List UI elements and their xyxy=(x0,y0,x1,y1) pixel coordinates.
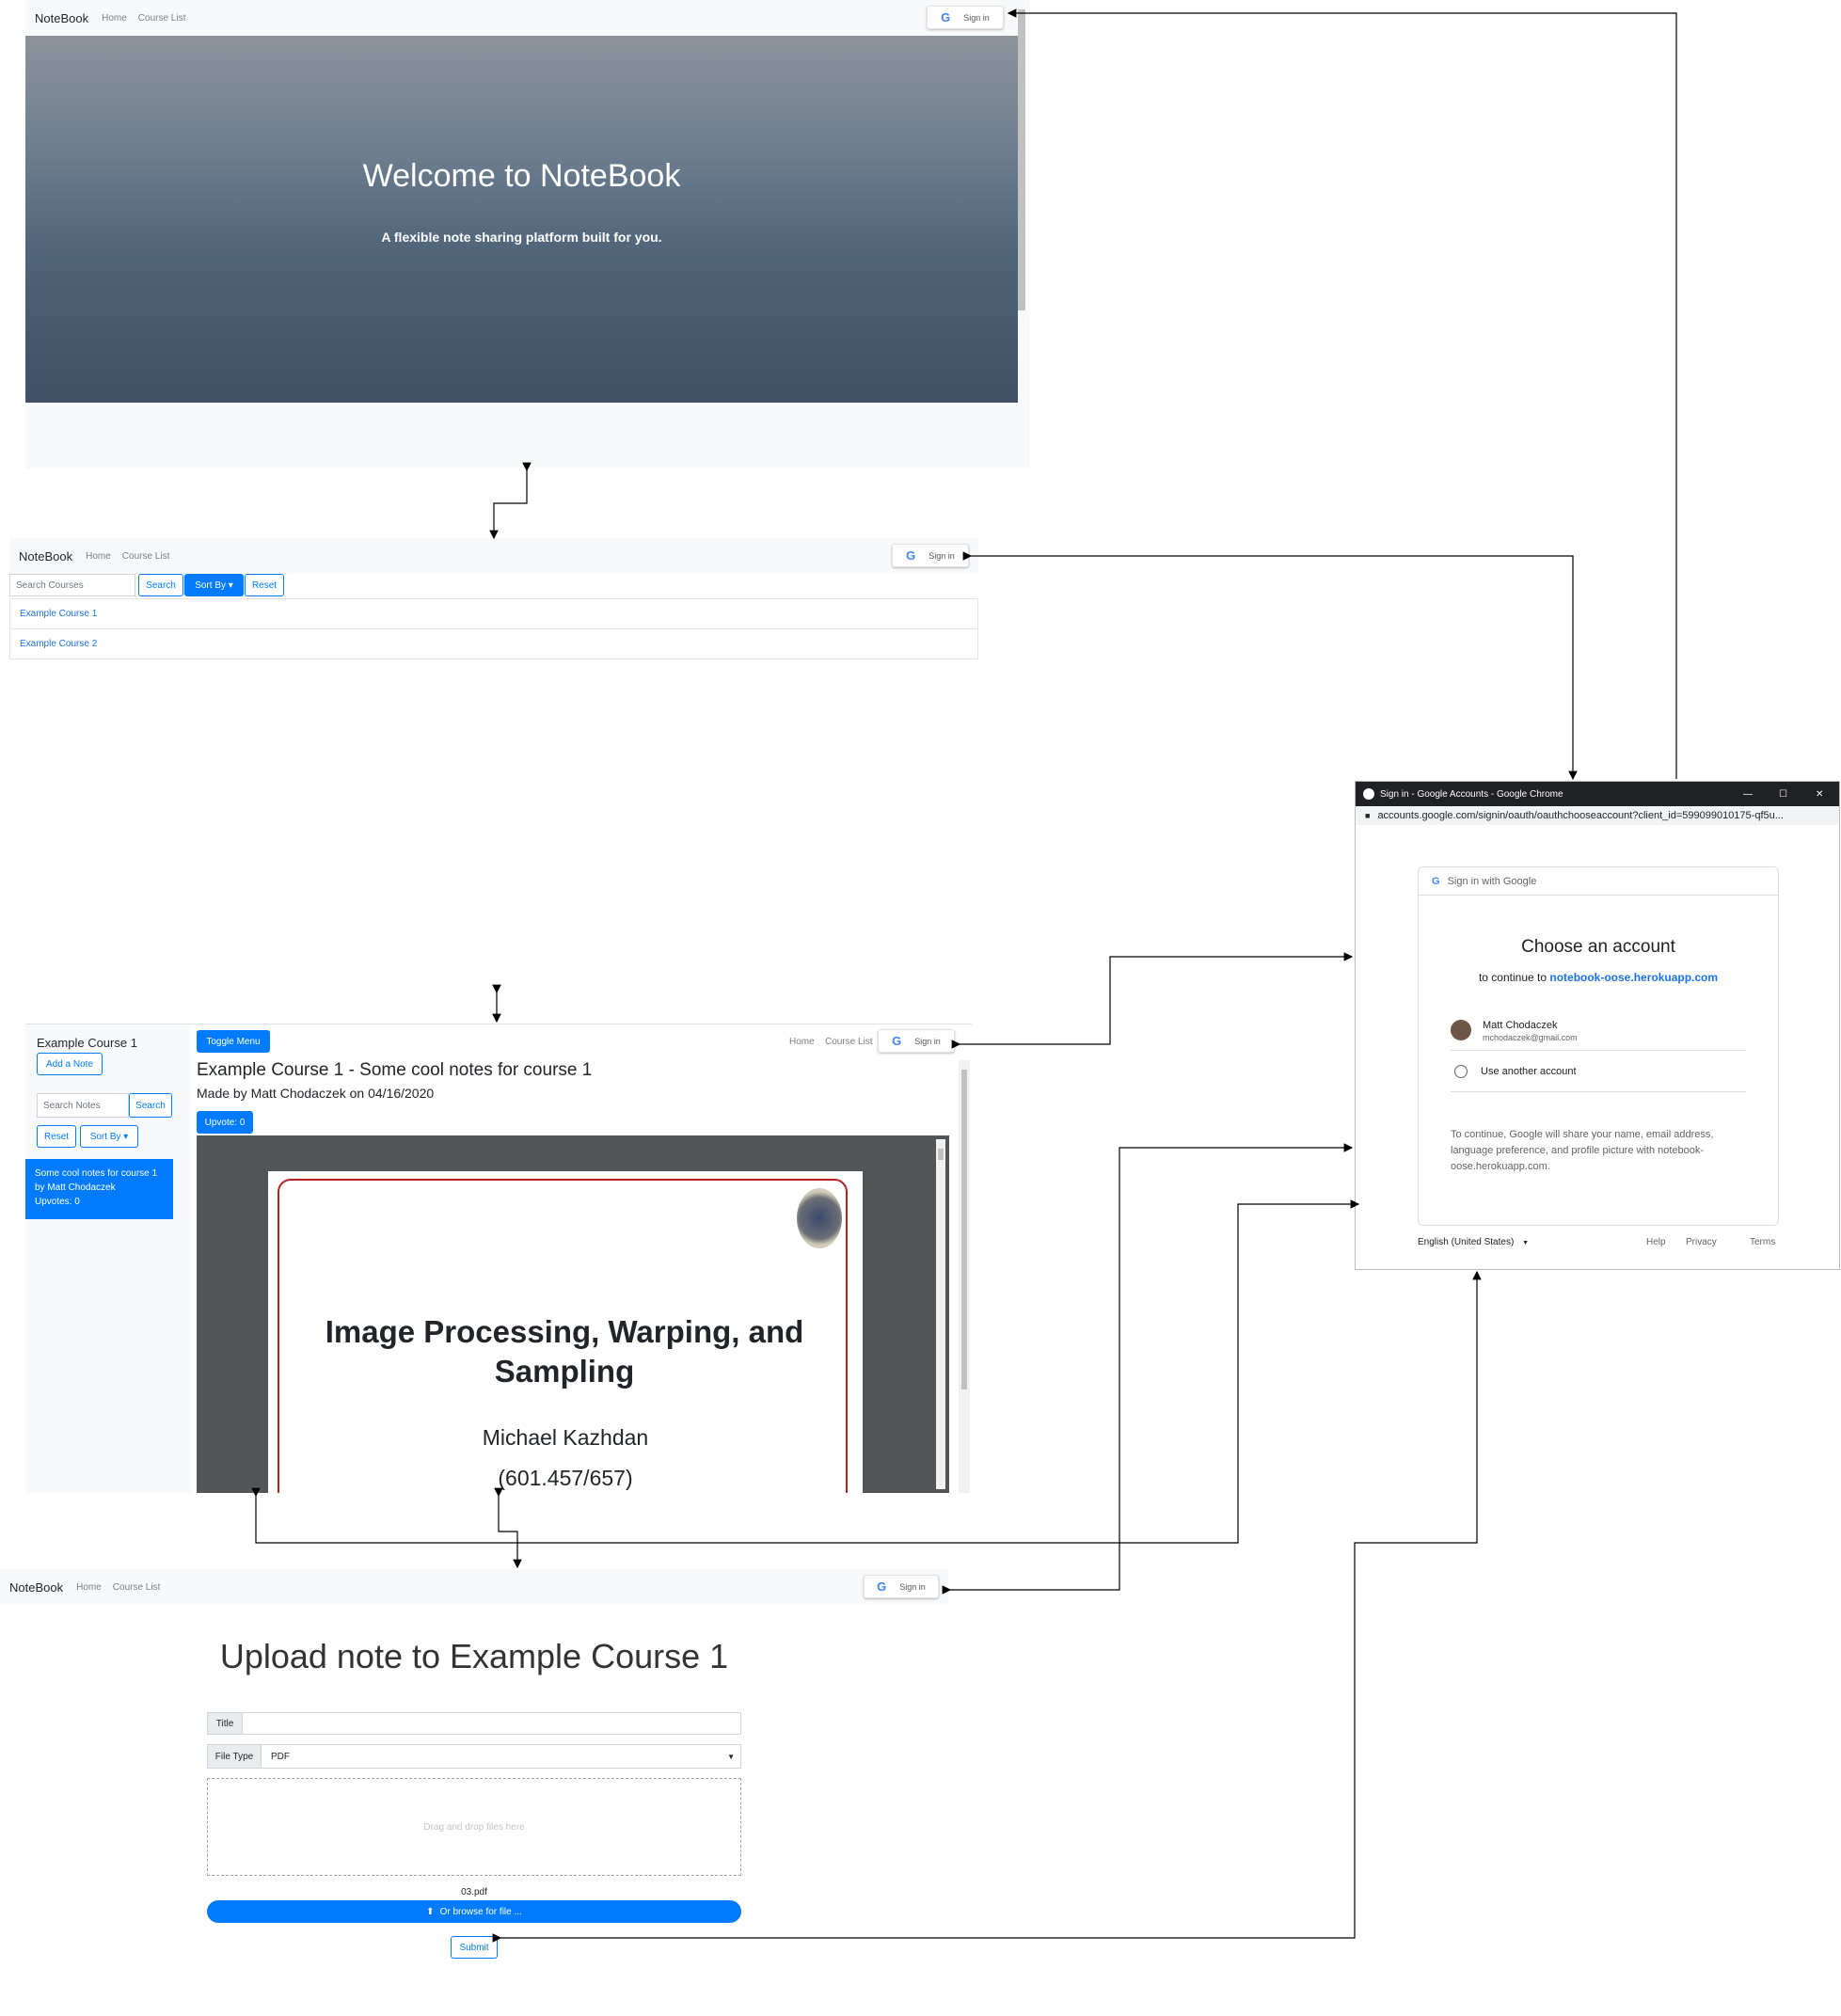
arrow-home-to-list xyxy=(489,462,532,540)
arrow-upload-signin-google xyxy=(942,1143,1354,1595)
arrow-submit-google xyxy=(492,1270,1482,1943)
arrow-list-signin-google xyxy=(962,551,1578,781)
flow-arrows xyxy=(251,8,1677,1943)
arrow-viewer-to-upload xyxy=(494,1487,522,1569)
arrow-viewer-google-back xyxy=(251,1199,1360,1544)
arrow-google-to-home xyxy=(1007,8,1677,779)
arrow-viewer-signin-google xyxy=(951,952,1354,1049)
